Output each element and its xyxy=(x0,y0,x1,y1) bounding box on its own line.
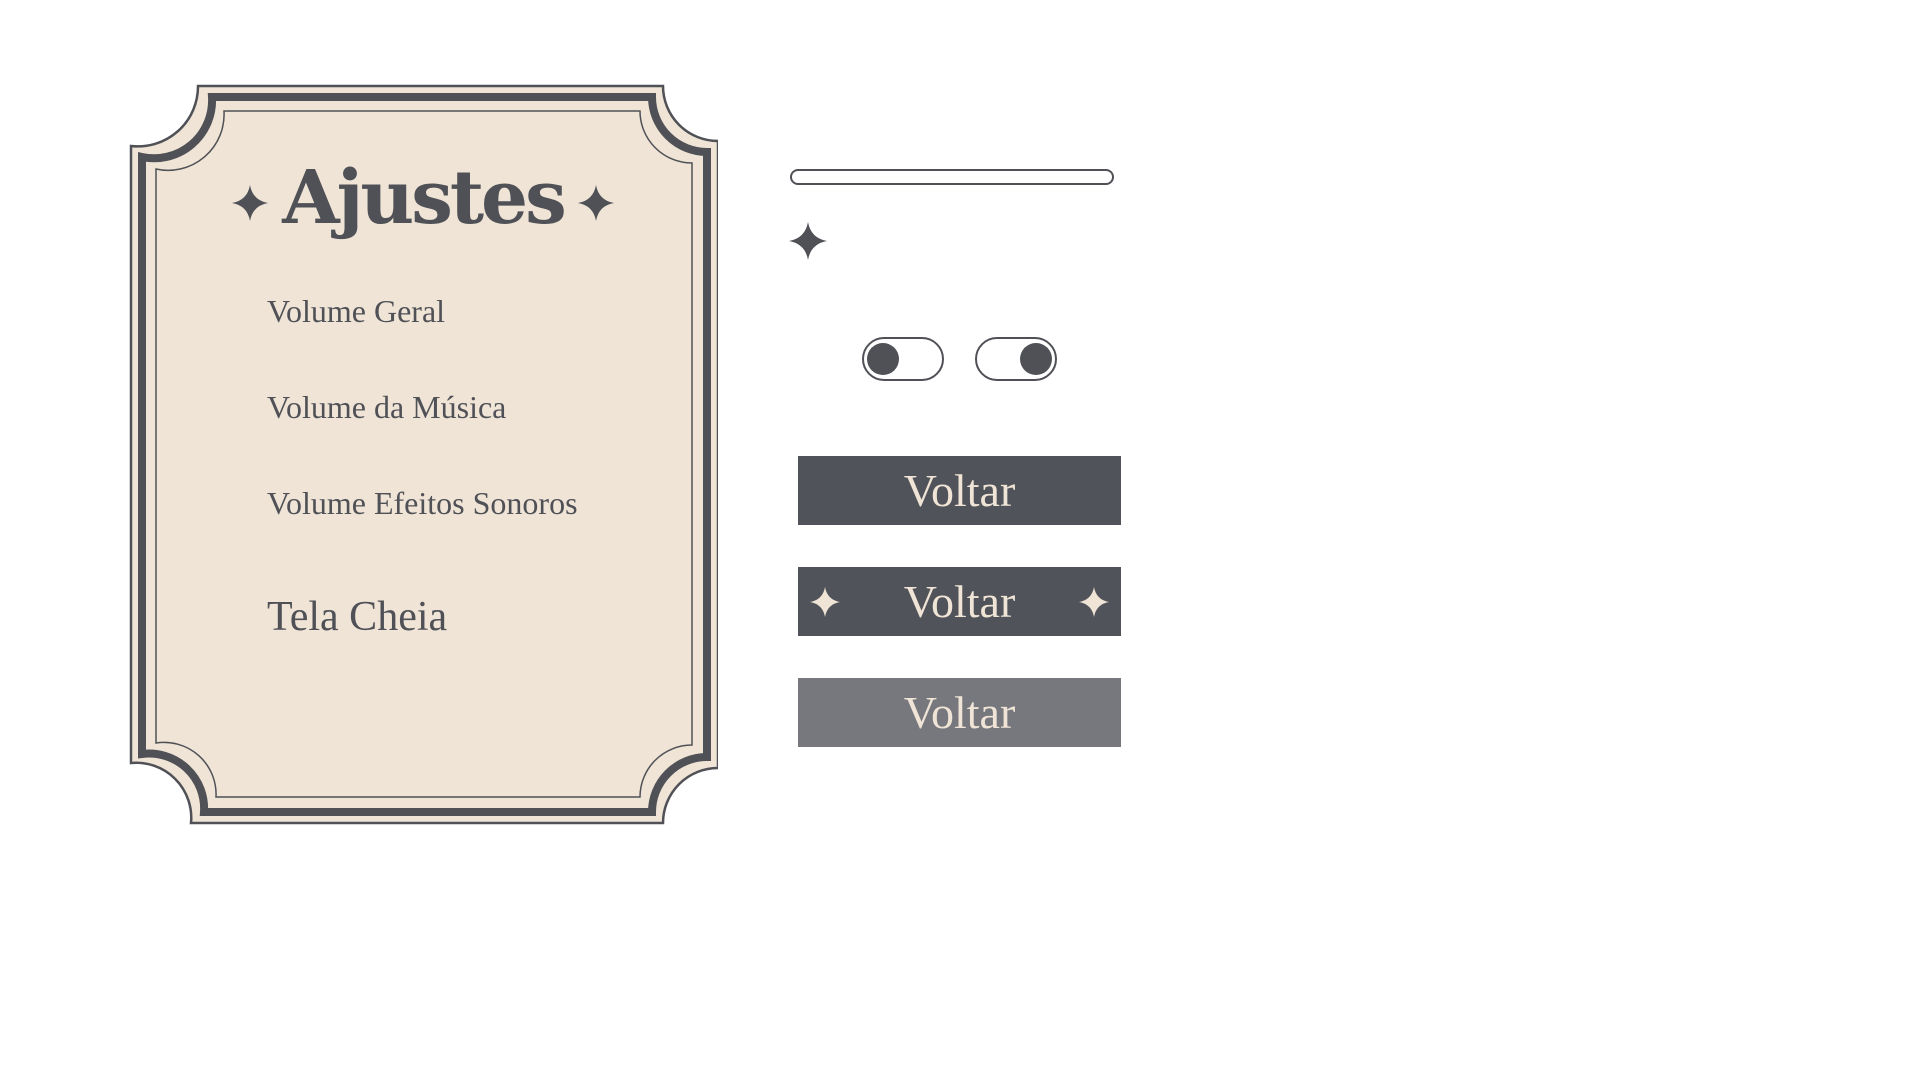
back-button-normal[interactable]: Voltar xyxy=(798,456,1121,525)
back-button-label: Voltar xyxy=(903,575,1016,627)
label-music-volume: Volume da Música xyxy=(267,389,507,425)
ui-kit-canvas: Ajustes Volume Geral Volume da Música Vo… xyxy=(0,0,1920,1080)
star-left-icon xyxy=(810,586,840,617)
label-general-volume: Volume Geral xyxy=(267,293,446,329)
back-button-label: Voltar xyxy=(903,464,1016,516)
back-button-label: Voltar xyxy=(903,686,1016,738)
slider-knob-star-icon[interactable] xyxy=(789,222,827,260)
toggle-knob xyxy=(867,343,899,375)
settings-panel: Ajustes Volume Geral Volume da Música Vo… xyxy=(128,83,718,826)
toggle-switch-on[interactable] xyxy=(975,337,1057,381)
volume-slider-track[interactable] xyxy=(790,169,1114,185)
toggle-switch-off[interactable] xyxy=(862,337,944,381)
label-fullscreen: Tela Cheia xyxy=(267,594,448,640)
label-sfx-volume: Volume Efeitos Sonoros xyxy=(267,485,578,521)
star-ornament-left-icon xyxy=(232,185,269,221)
star-ornament-right-icon xyxy=(577,185,614,221)
star-right-icon xyxy=(1079,586,1109,617)
title-text: Ajustes xyxy=(282,155,567,241)
panel-title: Ajustes xyxy=(128,161,718,235)
toggle-knob xyxy=(1020,343,1052,375)
back-button-hover[interactable]: Voltar xyxy=(798,567,1121,636)
back-button-pressed[interactable]: Voltar xyxy=(798,678,1121,747)
